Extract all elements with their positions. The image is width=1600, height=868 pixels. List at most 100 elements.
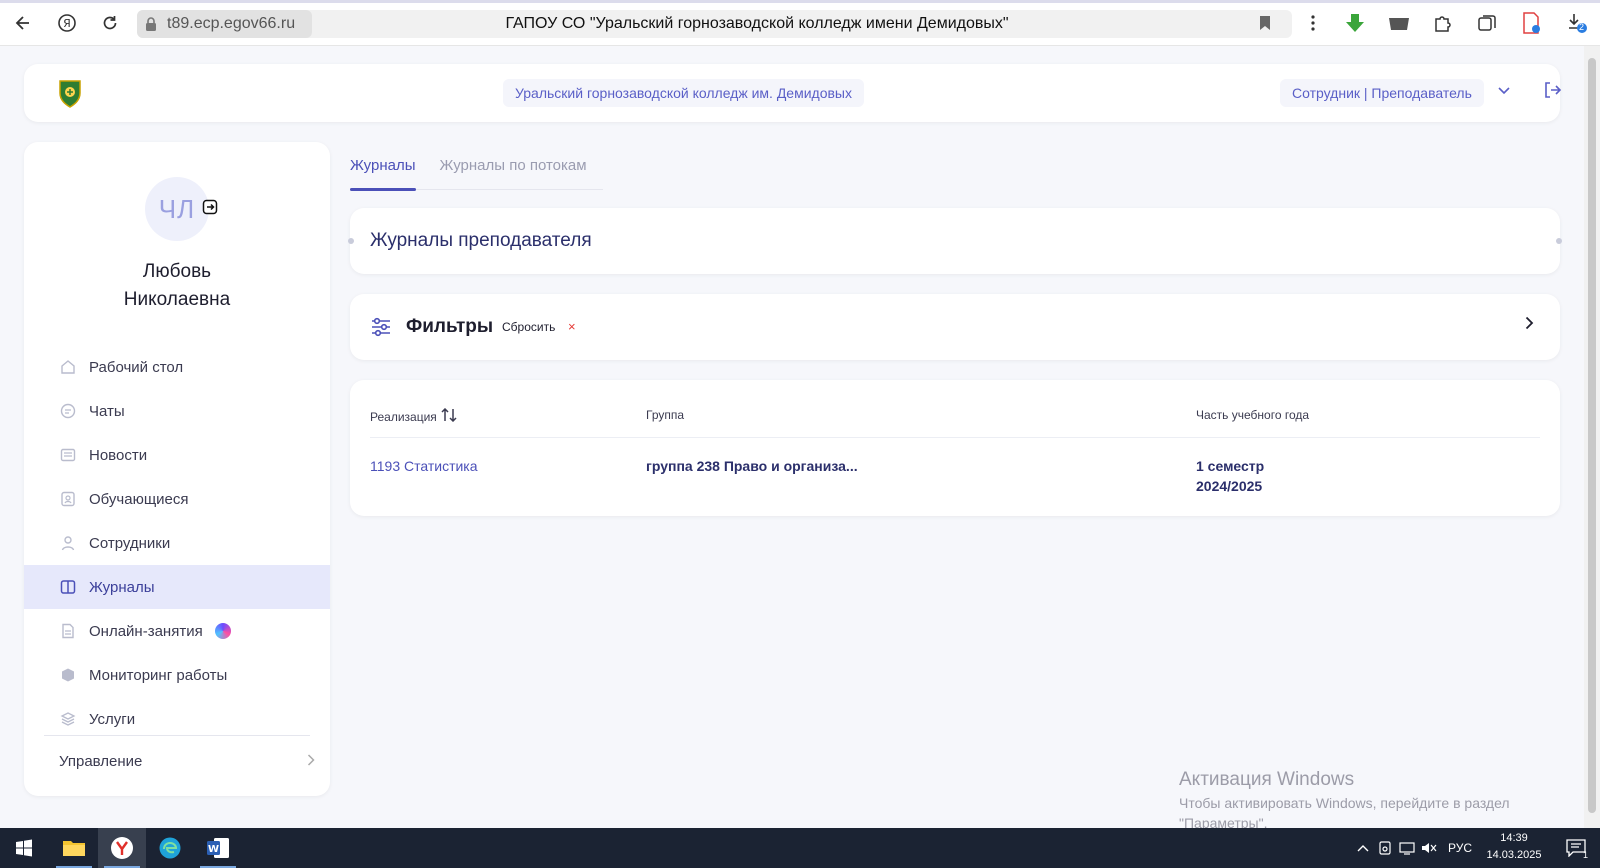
downloads-badge: 2 bbox=[1579, 22, 1585, 32]
volume-muted-icon[interactable] bbox=[1418, 841, 1440, 855]
page-scrollbar[interactable] bbox=[1584, 46, 1600, 828]
device-icon[interactable] bbox=[1374, 841, 1396, 855]
download-arrow-icon[interactable] bbox=[1342, 10, 1368, 36]
column-header-realization[interactable]: Реализация bbox=[370, 407, 457, 425]
sidebar-nav: Рабочий стол Чаты Новости Обучающиеся Со… bbox=[24, 345, 330, 741]
more-icon[interactable] bbox=[1300, 10, 1326, 36]
collections-icon[interactable] bbox=[1474, 10, 1500, 36]
document-icon bbox=[59, 622, 77, 640]
filters-panel[interactable]: Фильтры Сбросить × bbox=[350, 294, 1560, 360]
avatar[interactable]: ЧЛ bbox=[145, 177, 209, 241]
sidebar-item-label: Обучающиеся bbox=[89, 490, 189, 508]
chat-icon bbox=[59, 402, 77, 420]
heading-card: Журналы преподавателя bbox=[348, 208, 1562, 274]
browser-toolbar: Я t89.ecp.egov66.ru ГАПОУ СО "Уральский … bbox=[0, 0, 1600, 46]
page-title: ГАПОУ СО "Уральский горнозаводской колле… bbox=[505, 15, 1009, 32]
chevron-down-icon[interactable] bbox=[1498, 82, 1510, 98]
sidebar-item-label: Мониторинг работы bbox=[89, 666, 228, 684]
filter-sliders-icon bbox=[370, 316, 392, 338]
windows-start-icon[interactable] bbox=[0, 828, 48, 868]
sidebar-item-label: Журналы bbox=[89, 578, 155, 596]
lock-icon bbox=[145, 17, 159, 31]
college-logo-icon[interactable] bbox=[58, 78, 82, 108]
clock[interactable]: 14:39 14.03.2025 bbox=[1474, 830, 1554, 864]
sidebar-item-label: Управление bbox=[59, 752, 143, 770]
pdf-icon[interactable] bbox=[1518, 10, 1544, 36]
sidebar-item-label: Чаты bbox=[89, 402, 125, 420]
scrollbar-thumb[interactable] bbox=[1588, 58, 1596, 813]
sidebar-item-online-classes[interactable]: Онлайн-занятия bbox=[24, 609, 330, 653]
news-icon bbox=[59, 446, 77, 464]
chevron-right-icon[interactable] bbox=[1525, 294, 1534, 358]
role-selector[interactable]: Сотрудник | Преподаватель bbox=[1280, 79, 1484, 107]
sort-icon[interactable] bbox=[441, 407, 457, 425]
tab-journals-by-streams[interactable]: Журналы по потокам bbox=[440, 152, 587, 190]
journal-link[interactable]: 1193 Статистика bbox=[370, 456, 478, 476]
svg-text:Я: Я bbox=[63, 17, 71, 30]
students-icon bbox=[59, 490, 77, 508]
word-icon[interactable]: W bbox=[194, 828, 242, 868]
file-explorer-icon[interactable] bbox=[50, 828, 98, 868]
semester: 1 семестр bbox=[1196, 458, 1265, 474]
sidebar-item-staff[interactable]: Сотрудники bbox=[24, 521, 330, 565]
close-icon[interactable]: × bbox=[568, 294, 576, 360]
user-patronymic: Николаевна bbox=[123, 289, 231, 310]
sidebar-item-chats[interactable]: Чаты bbox=[24, 389, 330, 433]
clock-date: 14.03.2025 bbox=[1486, 849, 1542, 861]
language-indicator[interactable]: РУС bbox=[1448, 841, 1472, 855]
yandex-browser-icon[interactable] bbox=[98, 828, 146, 868]
edge-browser-icon[interactable] bbox=[146, 828, 194, 868]
column-header-period: Часть учебного года bbox=[1196, 408, 1309, 422]
divider bbox=[44, 735, 310, 736]
downloads-icon[interactable]: 2 bbox=[1562, 10, 1592, 36]
back-icon[interactable] bbox=[10, 10, 36, 36]
journal-tabs: Журналы Журналы по потокам bbox=[350, 152, 603, 191]
chevron-right-icon bbox=[307, 753, 315, 769]
sidebar-item-news[interactable]: Новости bbox=[24, 433, 330, 477]
network-icon[interactable] bbox=[1396, 841, 1418, 855]
decor-dot bbox=[348, 238, 354, 244]
online-badge-icon bbox=[214, 623, 231, 639]
user-name: Любовь Николаевна bbox=[24, 258, 330, 314]
svg-text:W: W bbox=[208, 844, 219, 855]
user-first-name: Любовь bbox=[142, 261, 212, 282]
college-name[interactable]: Уральский горнозаводской колледж им. Дем… bbox=[503, 79, 864, 107]
avatar-initials: ЧЛ bbox=[158, 193, 196, 224]
tab-journals[interactable]: Журналы bbox=[350, 152, 416, 191]
sidebar-item-label: Услуги bbox=[89, 710, 136, 728]
extension-icon[interactable] bbox=[1386, 10, 1412, 36]
sidebar-item-label: Онлайн-занятия bbox=[89, 622, 203, 640]
bookmark-icon[interactable] bbox=[1259, 15, 1271, 35]
sidebar-item-label: Новости bbox=[89, 446, 148, 464]
table-divider bbox=[370, 437, 1540, 438]
sidebar-item-desktop[interactable]: Рабочий стол bbox=[24, 345, 330, 389]
page-heading: Журналы преподавателя bbox=[370, 230, 592, 251]
reset-filters-button[interactable]: Сбросить bbox=[502, 294, 555, 360]
chevron-up-icon[interactable] bbox=[1352, 844, 1374, 852]
url-chip[interactable]: t89.ecp.egov66.ru bbox=[137, 10, 312, 38]
group-cell: группа 238 Право и организа... bbox=[646, 458, 858, 474]
notifications-icon[interactable]: 1 bbox=[1552, 828, 1600, 868]
period-cell: 1 семестр 2024/2025 bbox=[1196, 456, 1264, 496]
sidebar-item-monitoring[interactable]: Мониторинг работы bbox=[24, 653, 330, 697]
logout-icon[interactable] bbox=[1542, 80, 1564, 102]
address-bar[interactable]: t89.ecp.egov66.ru ГАПОУ СО "Уральский го… bbox=[137, 10, 1292, 38]
cube-icon bbox=[59, 666, 77, 684]
home-icon bbox=[59, 358, 77, 376]
sidebar-item-journals[interactable]: Журналы bbox=[24, 565, 330, 609]
sidebar: ЧЛ Любовь Николаевна Рабочий стол Чаты Н… bbox=[24, 142, 330, 796]
avatar-change-icon[interactable] bbox=[202, 199, 220, 217]
sidebar-item-label: Рабочий стол bbox=[89, 358, 184, 376]
notifications-count: 1 bbox=[1583, 850, 1589, 860]
app-area: Уральский горнозаводской колледж им. Дем… bbox=[0, 46, 1584, 831]
url-text: t89.ecp.egov66.ru bbox=[167, 15, 296, 32]
column-header-label: Часть учебного года bbox=[1196, 408, 1310, 422]
puzzle-icon[interactable] bbox=[1430, 10, 1456, 36]
column-header-label: Группа bbox=[646, 408, 685, 422]
reload-icon[interactable] bbox=[97, 10, 123, 36]
sidebar-item-students[interactable]: Обучающиеся bbox=[24, 477, 330, 521]
yandex-icon[interactable]: Я bbox=[54, 10, 80, 36]
sidebar-item-management[interactable]: Управление bbox=[59, 746, 319, 776]
watermark-title: Активация Windows bbox=[1179, 769, 1355, 790]
tab-strip-edge bbox=[0, 0, 1600, 3]
